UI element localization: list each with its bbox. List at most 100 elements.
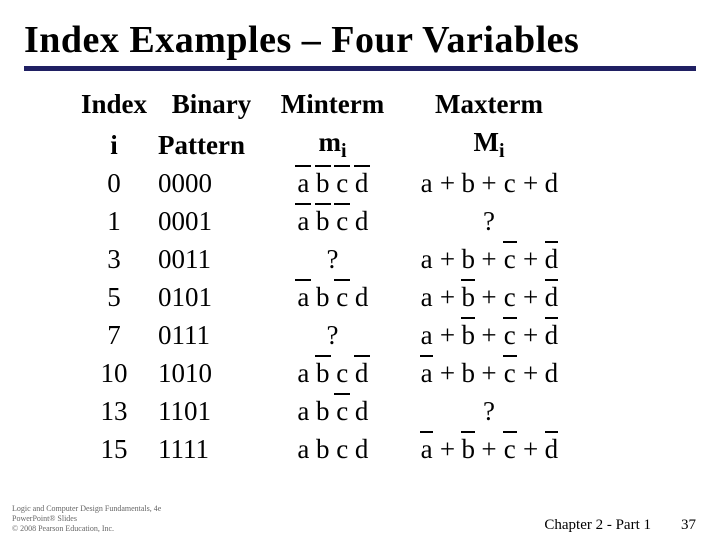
lit-c: c — [333, 164, 352, 202]
table-row: 3 0011 ? a+b+c+d — [70, 240, 696, 278]
lit-a: a — [418, 240, 435, 278]
credits-line: Logic and Computer Design Fundamentals, … — [12, 504, 161, 514]
lit-d: d — [543, 430, 560, 468]
lit-c: c — [501, 354, 518, 392]
plus-icon: + — [518, 354, 543, 392]
cell-minterm: abcd — [265, 164, 400, 202]
credits: Logic and Computer Design Fundamentals, … — [12, 504, 161, 534]
plus-icon: + — [477, 316, 502, 354]
cell-maxterm: a+b+c+d — [400, 164, 578, 202]
lit-c: c — [501, 430, 518, 468]
cell-bin: 0011 — [158, 240, 265, 278]
hdr-m-sub: i — [341, 140, 347, 162]
table-row: 15 1111 abcd a+b+c+d — [70, 430, 696, 468]
lit-a: a — [418, 430, 435, 468]
cell-maxterm: ? — [400, 202, 578, 240]
cell-minterm: abcd — [265, 202, 400, 240]
lit-a: a — [294, 164, 313, 202]
lit-b: b — [460, 430, 477, 468]
lit-c: c — [333, 202, 352, 240]
cell-bin: 0111 — [158, 316, 265, 354]
lit-d: d — [543, 278, 560, 316]
plus-icon: + — [518, 316, 543, 354]
hdr-minterm: Minterm — [265, 85, 400, 123]
plus-icon: + — [477, 430, 502, 468]
plus-icon: + — [435, 316, 460, 354]
lit-d: d — [543, 240, 560, 278]
hdr-maxterm: Maxterm — [400, 85, 578, 123]
plus-icon: + — [477, 164, 502, 202]
cell-i: 3 — [70, 240, 158, 278]
hdr-index: Index — [70, 85, 158, 123]
hdr-M-main: M — [473, 127, 498, 157]
lit-b: b — [460, 240, 477, 278]
lit-b: b — [313, 164, 332, 202]
lit-c: c — [333, 430, 352, 468]
cell-bin: 1010 — [158, 354, 265, 392]
hdr-m: mi — [265, 123, 400, 164]
cell-bin: 1101 — [158, 392, 265, 430]
lit-a: a — [294, 392, 313, 430]
lit-a: a — [294, 202, 313, 240]
plus-icon: + — [518, 240, 543, 278]
plus-icon: + — [477, 354, 502, 392]
lit-d: d — [352, 430, 371, 468]
cell-maxterm: a+b+c+d — [400, 240, 578, 278]
lit-b: b — [313, 278, 332, 316]
lit-d: d — [352, 202, 371, 240]
plus-icon: + — [435, 278, 460, 316]
table-row: 0 0000 abcd a+b+c+d — [70, 164, 696, 202]
cell-minterm: ? — [265, 240, 400, 278]
table-row: 13 1101 abcd ? — [70, 392, 696, 430]
plus-icon: + — [435, 430, 460, 468]
cell-maxterm: ? — [400, 392, 578, 430]
cell-maxterm: a+b+c+d — [400, 316, 578, 354]
credits-line: © 2008 Pearson Education, Inc. — [12, 524, 161, 534]
lit-a: a — [294, 278, 313, 316]
lit-d: d — [543, 316, 560, 354]
plus-icon: + — [435, 164, 460, 202]
lit-a: a — [294, 354, 313, 392]
plus-icon: + — [477, 240, 502, 278]
lit-d: d — [352, 392, 371, 430]
credits-line: PowerPoint® Slides — [12, 514, 161, 524]
table-row: 1 0001 abcd ? — [70, 202, 696, 240]
lit-b: b — [460, 164, 477, 202]
header-row-2: i Pattern mi Mi — [70, 123, 696, 164]
lit-d: d — [543, 164, 560, 202]
plus-icon: + — [518, 164, 543, 202]
hdr-pattern: Pattern — [158, 126, 265, 164]
cell-bin: 0001 — [158, 202, 265, 240]
table-row: 7 0111 ? a+b+c+d — [70, 316, 696, 354]
lit-d: d — [543, 354, 560, 392]
lit-d: d — [352, 278, 371, 316]
lit-b: b — [313, 430, 332, 468]
cell-minterm: abcd — [265, 354, 400, 392]
lit-a: a — [418, 278, 435, 316]
lit-d: d — [352, 164, 371, 202]
lit-c: c — [333, 354, 352, 392]
cell-maxterm: a+b+c+d — [400, 430, 578, 468]
chapter-label: Chapter 2 - Part 1 — [544, 517, 651, 534]
table-row: 5 0101 abcd a+b+c+d — [70, 278, 696, 316]
hdr-M: Mi — [400, 123, 578, 164]
slide-footer: Chapter 2 - Part 1 37 — [544, 517, 696, 534]
plus-icon: + — [435, 240, 460, 278]
lit-a: a — [294, 430, 313, 468]
cell-i: 7 — [70, 316, 158, 354]
cell-maxterm: a+b+c+d — [400, 354, 578, 392]
plus-icon: + — [435, 354, 460, 392]
page-number: 37 — [681, 517, 696, 534]
terms-table: Index Binary Minterm Maxterm i Pattern m… — [70, 85, 696, 468]
hdr-binary: Binary — [158, 85, 265, 123]
cell-minterm: abcd — [265, 278, 400, 316]
lit-a: a — [418, 164, 435, 202]
hdr-i: i — [70, 126, 158, 164]
header-row-1: Index Binary Minterm Maxterm — [70, 85, 696, 123]
lit-c: c — [501, 316, 518, 354]
lit-c: c — [501, 164, 518, 202]
cell-i: 15 — [70, 430, 158, 468]
cell-i: 0 — [70, 164, 158, 202]
lit-b: b — [460, 354, 477, 392]
lit-c: c — [501, 240, 518, 278]
